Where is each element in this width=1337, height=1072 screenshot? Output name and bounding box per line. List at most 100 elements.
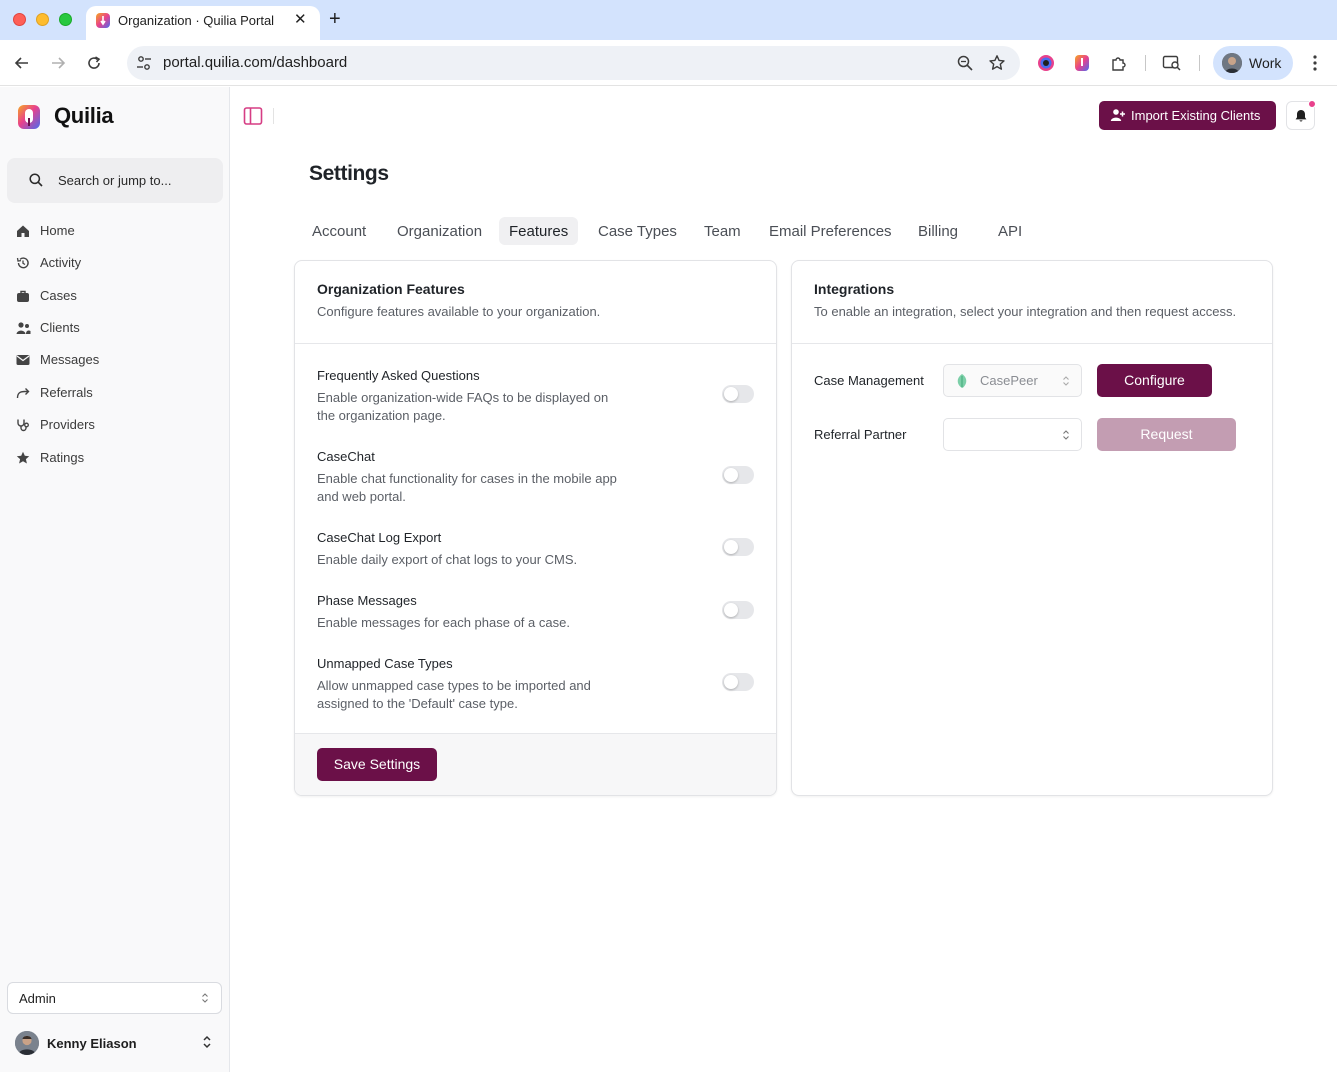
tab-search-icon[interactable] — [1162, 53, 1182, 73]
toggle-knob — [724, 387, 738, 401]
color-picker-extension-icon[interactable] — [1036, 53, 1056, 73]
home-icon — [15, 223, 31, 239]
request-button[interactable]: Request — [1097, 418, 1236, 451]
avatar — [15, 1031, 39, 1055]
tab-api[interactable]: API — [988, 217, 1032, 245]
bell-icon — [1295, 110, 1307, 122]
import-existing-clients-label: Import Existing Clients — [1131, 108, 1261, 123]
sidebar-item-clients[interactable]: Clients — [10, 314, 220, 342]
feature-title: CaseChat Log Export — [317, 530, 442, 545]
chevron-up-down-icon — [1063, 376, 1069, 386]
bookmark-star-icon[interactable] — [988, 54, 1006, 72]
browser-tab-active[interactable]: Organization · Quilia Portal ✕ — [86, 6, 320, 40]
feature-description: Enable organization-wide FAQs to be disp… — [317, 390, 609, 423]
casechat-log-export-toggle[interactable] — [722, 538, 754, 556]
browser-toolbar: portal.quilia.com/dashboard Work — [0, 40, 1337, 86]
site-settings-icon[interactable] — [135, 54, 153, 72]
tab-organization[interactable]: Organization — [387, 217, 492, 245]
card-subtitle: To enable an integration, select your in… — [814, 304, 1237, 319]
casepeer-logo-icon — [957, 374, 967, 388]
main-content: Import Existing Clients Settings Account… — [231, 87, 1337, 1072]
organization-features-card: Organization Features Configure features… — [294, 260, 777, 796]
feature-title: Phase Messages — [317, 593, 417, 608]
mail-icon — [15, 352, 31, 368]
users-icon — [15, 320, 31, 336]
browser-tab-title: Organization · Quilia Portal — [118, 13, 275, 28]
toolbar-divider — [1199, 55, 1200, 71]
toggle-knob — [724, 603, 738, 617]
reload-icon[interactable] — [83, 52, 105, 74]
zoom-icon[interactable] — [956, 54, 974, 72]
role-select[interactable]: Admin — [7, 982, 222, 1014]
referral-partner-label: Referral Partner — [814, 427, 907, 442]
profile-label: Work — [1249, 55, 1282, 71]
feature-description: Enable messages for each phase of a case… — [317, 615, 570, 630]
tab-team[interactable]: Team — [694, 217, 751, 245]
case-management-select[interactable]: CasePeer — [943, 364, 1082, 397]
window-minimize-button[interactable] — [36, 13, 49, 26]
notification-badge — [1308, 100, 1316, 108]
tab-account[interactable]: Account — [302, 217, 376, 245]
case-management-label: Case Management — [814, 373, 924, 388]
sidebar-item-label: Providers — [40, 417, 95, 432]
phase-messages-toggle[interactable] — [722, 601, 754, 619]
notifications-button[interactable] — [1286, 100, 1316, 130]
card-subtitle: Configure features available to your org… — [317, 304, 601, 319]
unmapped-case-types-toggle[interactable] — [722, 673, 754, 691]
case-management-select-value: CasePeer — [980, 373, 1038, 388]
role-select-value: Admin — [19, 991, 56, 1006]
sidebar-item-label: Home — [40, 223, 75, 238]
brand-name[interactable]: Quilia — [54, 103, 114, 129]
page-title: Settings — [309, 162, 389, 185]
tab-email-preferences[interactable]: Email Preferences — [759, 217, 902, 245]
sidebar-item-cases[interactable]: Cases — [10, 282, 220, 310]
sidebar-search[interactable]: Search or jump to... — [7, 158, 223, 203]
history-icon — [15, 255, 31, 271]
user-menu[interactable]: Kenny Eliason — [0, 1027, 230, 1061]
forward-arrow-icon — [15, 385, 31, 401]
sidebar-item-providers[interactable]: Providers — [10, 411, 220, 439]
save-settings-button[interactable]: Save Settings — [317, 748, 437, 781]
sidebar-toggle-icon[interactable] — [243, 106, 263, 126]
sidebar-item-referrals[interactable]: Referrals — [10, 379, 220, 407]
referral-partner-select[interactable] — [943, 418, 1082, 451]
window-zoom-button[interactable] — [59, 13, 72, 26]
window-close-button[interactable] — [13, 13, 26, 26]
sidebar-item-label: Clients — [40, 320, 80, 335]
chevron-up-down-icon — [203, 1035, 211, 1049]
sidebar-item-label: Messages — [40, 352, 100, 367]
configure-button[interactable]: Configure — [1097, 364, 1212, 397]
faq-toggle[interactable] — [722, 385, 754, 403]
sidebar-item-ratings[interactable]: Ratings — [10, 444, 220, 472]
quilia-logo-icon[interactable] — [17, 104, 41, 130]
card-title: Integrations — [814, 281, 895, 297]
quilia-extension-icon[interactable] — [1072, 53, 1092, 73]
address-bar[interactable]: portal.quilia.com/dashboard — [127, 46, 1020, 80]
extensions-puzzle-icon[interactable] — [1109, 53, 1129, 73]
search-icon — [29, 173, 43, 187]
forward-arrow-icon[interactable] — [47, 52, 69, 74]
new-tab-icon[interactable]: + — [329, 9, 341, 29]
chevron-up-down-icon — [202, 993, 208, 1003]
casechat-toggle[interactable] — [722, 466, 754, 484]
tab-close-icon[interactable]: ✕ — [294, 11, 307, 29]
feature-title: CaseChat — [317, 449, 375, 464]
profile-button[interactable]: Work — [1213, 46, 1293, 80]
header-divider — [273, 108, 274, 124]
toggle-knob — [724, 540, 738, 554]
star-icon — [15, 450, 31, 466]
browser-menu-icon[interactable] — [1306, 53, 1324, 73]
toggle-knob — [724, 675, 738, 689]
sidebar-item-home[interactable]: Home — [10, 217, 220, 245]
sidebar-item-messages[interactable]: Messages — [10, 346, 220, 374]
tab-features[interactable]: Features — [499, 217, 579, 245]
tab-case-types[interactable]: Case Types — [588, 217, 687, 245]
back-arrow-icon[interactable] — [11, 52, 33, 74]
sidebar-item-activity[interactable]: Activity — [10, 249, 220, 277]
card-header: Organization Features Configure features… — [295, 261, 776, 344]
tab-billing[interactable]: Billing — [908, 217, 968, 245]
feature-description: Enable chat functionality for cases in t… — [317, 471, 617, 504]
sidebar: Quilia Search or jump to... Home Activit… — [0, 87, 230, 1072]
import-existing-clients-button[interactable]: Import Existing Clients — [1099, 101, 1276, 130]
chevron-up-down-icon — [1063, 430, 1069, 440]
